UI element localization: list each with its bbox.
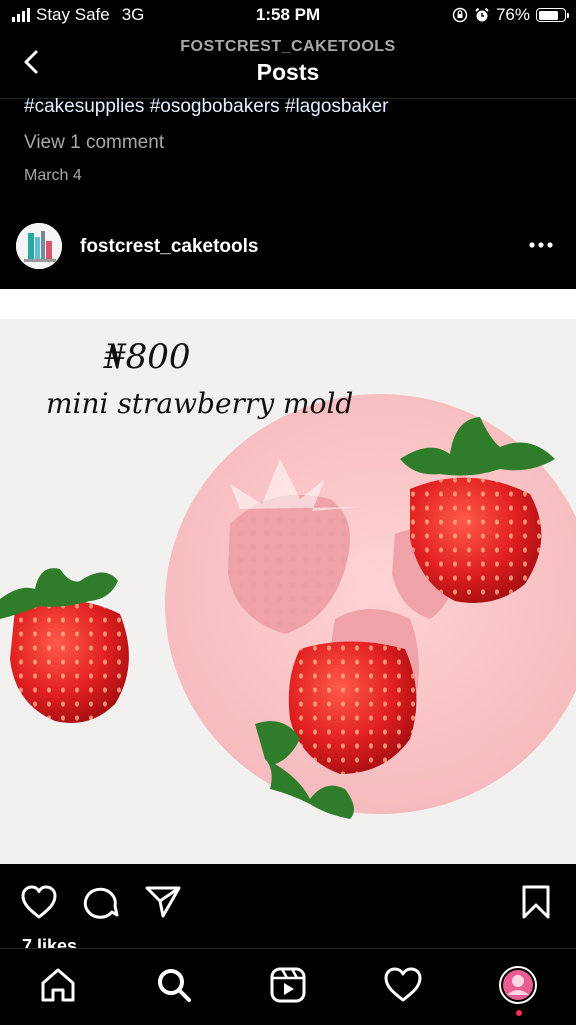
view-comments-link[interactable]: View 1 comment <box>24 132 164 154</box>
orientation-lock-icon <box>452 7 468 23</box>
battery-percent: 76% <box>495 5 530 24</box>
post-header: fostcrest_caketools <box>0 218 576 278</box>
send-icon[interactable] <box>144 884 182 920</box>
avatar[interactable] <box>16 223 62 269</box>
likes-count[interactable]: 7 likes <box>22 936 77 948</box>
image-top-border <box>0 289 576 319</box>
post-date: March 4 <box>24 167 82 184</box>
bottom-tab-bar <box>0 948 576 1025</box>
post-username[interactable]: fostcrest_caketools <box>80 236 258 258</box>
alarm-icon <box>475 7 489 22</box>
page-header: FOSTCREST_CAKETOOLS Posts <box>0 32 576 99</box>
status-bar: Stay Safe 3G 1:58 PM 76% <box>0 0 576 32</box>
activity-heart-icon[interactable] <box>383 965 423 1005</box>
search-icon[interactable] <box>154 965 194 1005</box>
comment-icon[interactable] <box>82 884 120 920</box>
post-actions <box>0 870 576 936</box>
profile-notification-dot <box>516 1010 522 1016</box>
header-account: FOSTCREST_CAKETOOLS <box>180 38 396 55</box>
home-icon[interactable] <box>38 965 78 1005</box>
reels-icon[interactable] <box>268 965 308 1005</box>
status-right: 76% <box>452 5 569 25</box>
image-price-text: ₦800 <box>104 337 191 377</box>
bookmark-icon[interactable] <box>520 884 552 920</box>
image-caption-text: mini strawberry mold <box>46 387 354 420</box>
profile-avatar[interactable] <box>498 965 538 1005</box>
battery-icon <box>536 8 569 22</box>
more-horizontal-icon[interactable] <box>528 236 554 254</box>
post-hashtags[interactable]: #cakesupplies #osogbobakers #lagosbaker <box>24 96 388 118</box>
post-image[interactable]: ₦800 mini strawberry mold <box>0 319 576 864</box>
heart-icon[interactable] <box>20 884 58 920</box>
page-title: Posts <box>256 59 320 85</box>
